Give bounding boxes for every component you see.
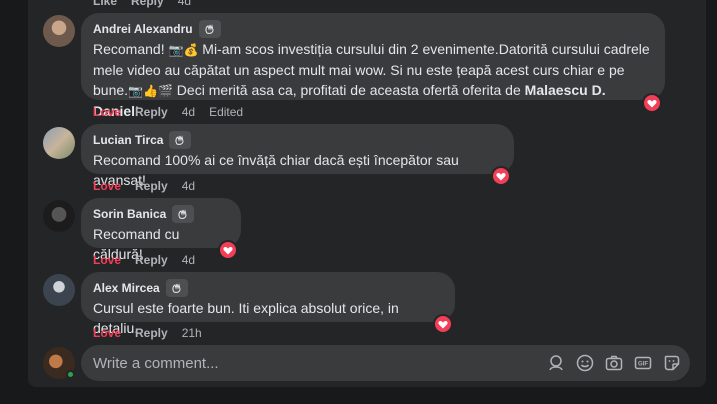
avatar[interactable] bbox=[43, 274, 75, 306]
heart-icon bbox=[647, 99, 657, 107]
comment-author[interactable]: Alex Mircea bbox=[93, 281, 160, 295]
money-emoji-icon: 💰 bbox=[183, 43, 199, 57]
comment-text-line1b: Mi-am scos investiția cursului din 2 eve… bbox=[198, 41, 650, 57]
camera-emoji-icon: 📷 bbox=[168, 43, 184, 57]
previous-comment-actions: Like Reply 4d bbox=[93, 0, 191, 8]
comment-actions: Love Reply 4d bbox=[93, 179, 195, 193]
comment-composer[interactable]: GIF bbox=[81, 345, 690, 381]
comment-bubble: Andrei Alexandru Recomand! 📷💰 Mi-am scos… bbox=[81, 13, 665, 119]
reply-link[interactable]: Reply bbox=[135, 326, 168, 340]
comment-author[interactable]: Lucian Tirca bbox=[93, 133, 163, 147]
comment-text-line2: mele video au căpătat un aspect mult mai… bbox=[93, 62, 625, 78]
reply-link[interactable]: Reply bbox=[135, 253, 168, 267]
timestamp[interactable]: 4d bbox=[182, 253, 195, 267]
love-link[interactable]: Love bbox=[93, 179, 121, 193]
wave-badge-icon bbox=[172, 205, 195, 223]
timestamp[interactable]: 21h bbox=[182, 326, 202, 340]
love-reaction-badge[interactable] bbox=[218, 240, 238, 260]
wave-badge-icon bbox=[169, 131, 192, 149]
camera-emoji-icon: 📷 bbox=[128, 84, 143, 98]
comment-input[interactable] bbox=[93, 345, 533, 381]
comment-text-line3a: bune. bbox=[93, 82, 129, 98]
comment-author[interactable]: Sorin Banica bbox=[93, 207, 166, 221]
avatar-sticker-icon[interactable] bbox=[546, 353, 566, 373]
wave-badge-icon bbox=[165, 279, 188, 297]
avatar[interactable] bbox=[43, 200, 75, 232]
heart-icon bbox=[496, 172, 506, 180]
heart-icon bbox=[223, 246, 233, 254]
comment-bubble: Sorin Banica Recomand cu căldură! bbox=[81, 198, 241, 262]
thumbs-up-emoji-icon: 👍 bbox=[143, 84, 158, 98]
avatar[interactable] bbox=[43, 15, 75, 47]
wave-badge-icon bbox=[198, 20, 221, 38]
love-reaction-badge[interactable] bbox=[433, 314, 453, 334]
comment-text-line1a: Recomand! bbox=[93, 41, 169, 57]
clapper-emoji-icon: 🎬 bbox=[157, 84, 173, 98]
love-reaction-badge[interactable] bbox=[491, 166, 511, 186]
timestamp[interactable]: 4d bbox=[182, 105, 195, 119]
comment-actions: Love Reply 4d Edited bbox=[93, 105, 243, 119]
camera-icon[interactable] bbox=[604, 353, 624, 373]
comment-actions: Love Reply 4d bbox=[93, 253, 195, 267]
comment-bubble: Lucian Tirca Recomand 100% ai ce învăță … bbox=[81, 124, 514, 188]
comment-actions: Love Reply 21h bbox=[93, 326, 202, 340]
svg-text:GIF: GIF bbox=[638, 362, 648, 368]
sticker-icon[interactable] bbox=[662, 353, 682, 373]
comment-text-line3b: Deci merită asa ca, profitati de aceasta… bbox=[172, 82, 525, 98]
current-user-avatar-wrap bbox=[43, 347, 75, 379]
love-link[interactable]: Love bbox=[93, 253, 121, 267]
love-link[interactable]: Love bbox=[93, 326, 121, 340]
reply-link[interactable]: Reply bbox=[135, 105, 168, 119]
online-status-dot bbox=[66, 370, 75, 379]
comment-author[interactable]: Andrei Alexandru bbox=[93, 22, 193, 36]
reply-link[interactable]: Reply bbox=[131, 0, 164, 8]
reply-link[interactable]: Reply bbox=[135, 179, 168, 193]
avatar[interactable] bbox=[43, 127, 75, 159]
heart-icon bbox=[438, 320, 448, 328]
edited-label: Edited bbox=[209, 105, 244, 119]
emoji-icon[interactable] bbox=[575, 353, 595, 373]
love-link[interactable]: Love bbox=[93, 105, 121, 119]
gif-icon[interactable]: GIF bbox=[633, 353, 653, 373]
composer-tools: GIF bbox=[546, 353, 682, 373]
comment-bubble: Alex Mircea Cursul este foarte bun. Iti … bbox=[81, 272, 455, 336]
timestamp[interactable]: 4d bbox=[178, 0, 191, 8]
like-link[interactable]: Like bbox=[93, 0, 117, 8]
love-reaction-badge[interactable] bbox=[642, 93, 662, 113]
timestamp[interactable]: 4d bbox=[182, 179, 195, 193]
